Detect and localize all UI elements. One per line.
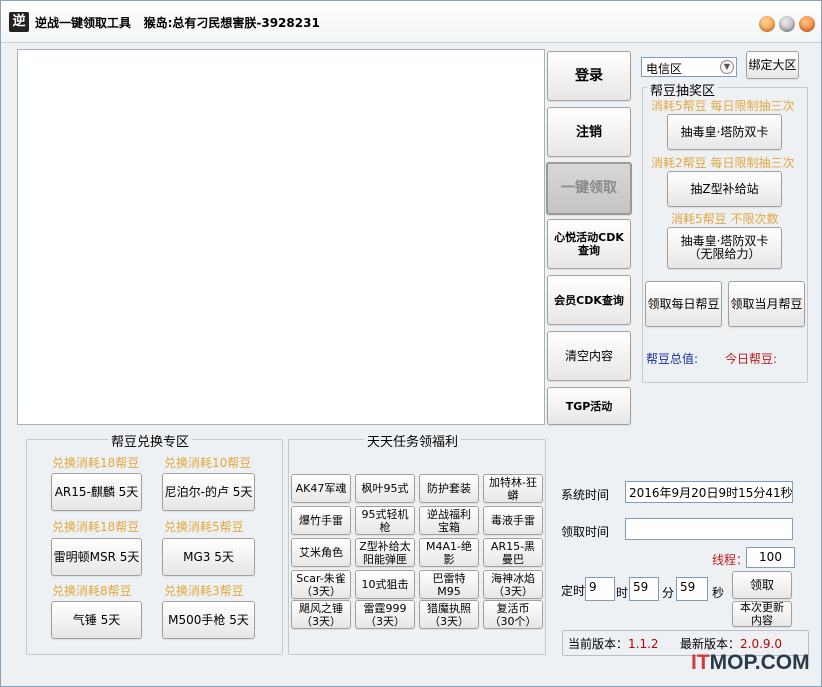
watermark-accent: IT: [691, 651, 710, 674]
timer-label: 定时: [561, 584, 586, 598]
bind-region-button[interactable]: 绑定大区: [746, 51, 799, 79]
member-cdk-query-button[interactable]: 会员CDK查询: [547, 275, 631, 325]
claim-daily-beans-button[interactable]: 领取每日帮豆: [645, 281, 722, 327]
timer-second-field[interactable]: 59: [676, 577, 708, 601]
region-select[interactable]: 电信区 ▼: [641, 57, 737, 77]
latest-version-value: 2.0.9.0: [740, 637, 782, 651]
task-button-r1-c1[interactable]: AK47军魂: [291, 474, 351, 503]
lottery-z-supply-button[interactable]: 抽Z型补给站: [667, 171, 782, 207]
window-title-sub: 猴岛:总有刁民想害朕-3928231: [143, 16, 320, 30]
thread-count-field[interactable]: 100: [746, 547, 795, 568]
watermark-rest: MOP.COM: [709, 651, 810, 674]
system-time-label: 系统时间: [561, 488, 610, 502]
exchange-remington-msr-button[interactable]: 雷明顿MSR 5天: [51, 538, 142, 576]
claim-time-label: 领取时间: [561, 525, 610, 539]
exchange-note-3: 兑换消耗18帮豆: [52, 520, 140, 534]
one-click-claim-button[interactable]: 一键领取: [546, 162, 632, 215]
output-text-area[interactable]: [17, 49, 545, 425]
current-version-label: 当前版本：: [568, 637, 629, 651]
task-button-r2-c4[interactable]: 毒液手雷: [483, 506, 543, 535]
thread-label: 线程：: [712, 553, 749, 567]
exchange-group-title: 帮豆兑换专区: [108, 431, 193, 450]
lottery-note-1: 消耗5帮豆 每日限制抽三次: [651, 99, 795, 113]
logout-button[interactable]: 注销: [547, 107, 631, 157]
minimize-icon[interactable]: [759, 16, 775, 32]
region-selected-value: 电信区: [646, 62, 683, 76]
exchange-note-1: 兑换消耗18帮豆: [52, 456, 140, 470]
app-window: 逆 逆战一键领取工具 猴岛:总有刁民想害朕-3928231 登录 注销 一键领取…: [0, 0, 822, 687]
exchange-note-6: 兑换消耗3帮豆: [164, 584, 244, 598]
lottery-note-3: 消耗5帮豆 不限次数: [671, 212, 779, 226]
task-button-r3-c3[interactable]: M4A1-绝影: [419, 538, 479, 567]
tasks-group-title: 天天任务领福利: [364, 431, 462, 450]
task-button-r3-c1[interactable]: 艾米角色: [291, 538, 351, 567]
task-button-r4-c1[interactable]: Scar-朱雀（3天）: [291, 570, 351, 599]
exchange-m500-pistol-button[interactable]: M500手枪 5天: [162, 601, 255, 639]
timer-hour-field[interactable]: 9: [585, 577, 615, 601]
task-button-r5-c2[interactable]: 雷霆999（3天）: [355, 600, 415, 629]
bean-total-label: 帮豆总值:: [646, 352, 699, 366]
task-button-r4-c4[interactable]: 海神冰焰（3天）: [483, 570, 543, 599]
claim-time-field[interactable]: [625, 518, 793, 540]
exchange-nepal-dilu-button[interactable]: 尼泊尔-的卢 5天: [162, 473, 255, 511]
app-logo-icon: 逆: [9, 12, 29, 32]
exchange-air-hammer-button[interactable]: 气锤 5天: [51, 601, 142, 639]
task-button-r2-c2[interactable]: 95式轻机枪: [355, 506, 415, 535]
task-button-r4-c2[interactable]: 10式狙击: [355, 570, 415, 599]
update-notes-button[interactable]: 本次更新内容: [732, 601, 792, 627]
chevron-down-icon[interactable]: ▼: [720, 60, 734, 74]
timer-minute-field[interactable]: 59: [629, 577, 659, 601]
timer-hour-unit: 时: [616, 586, 629, 600]
exchange-note-4: 兑换消耗5帮豆: [164, 520, 244, 534]
task-button-r5-c1[interactable]: 飓风之锤（3天）: [291, 600, 351, 629]
current-version-value: 1.1.2: [628, 637, 659, 651]
task-button-r3-c4[interactable]: AR15-黑曼巴: [483, 538, 543, 567]
close-icon[interactable]: [799, 16, 815, 32]
tgp-activity-button[interactable]: TGP活动: [547, 387, 631, 425]
system-time-field[interactable]: 2016年9月20日9时15分41秒: [625, 481, 793, 503]
exchange-note-2: 兑换消耗10帮豆: [164, 456, 252, 470]
title-bar[interactable]: 逆 逆战一键领取工具 猴岛:总有刁民想害朕-3928231: [1, 1, 821, 43]
exchange-mg3-button[interactable]: MG3 5天: [162, 538, 255, 576]
task-button-r2-c3[interactable]: 逆战福利宝箱: [419, 506, 479, 535]
maximize-icon[interactable]: [779, 16, 795, 32]
lottery-duhuang-button[interactable]: 抽毒皇·塔防双卡: [667, 114, 782, 150]
task-button-r5-c3[interactable]: 猎魔执照（3天）: [419, 600, 479, 629]
xinyue-cdk-query-button[interactable]: 心悦活动CDK查询: [547, 219, 631, 269]
task-button-r1-c3[interactable]: 防护套装: [419, 474, 479, 503]
latest-version-label: 最新版本：: [680, 637, 741, 651]
exchange-note-5: 兑换消耗8帮豆: [52, 584, 132, 598]
task-button-r4-c3[interactable]: 巴雷特M95: [419, 570, 479, 599]
task-button-r1-c2[interactable]: 枫叶95式: [355, 474, 415, 503]
itmop-watermark: ITMOP.COM: [691, 651, 810, 675]
timer-minute-unit: 分: [662, 586, 675, 600]
bean-today-label: 今日帮豆:: [725, 352, 778, 366]
task-button-r5-c4[interactable]: 复活币（30个）: [483, 600, 543, 629]
timer-claim-button[interactable]: 领取: [732, 571, 792, 599]
login-button[interactable]: 登录: [547, 51, 631, 101]
clear-content-button[interactable]: 清空内容: [547, 331, 631, 381]
lottery-unlimited-button[interactable]: 抽毒皇·塔防双卡（无限给力）: [667, 227, 782, 269]
task-button-r3-c2[interactable]: Z型补给太阳能弹匣: [355, 538, 415, 567]
exchange-ar15-qilin-button[interactable]: AR15-麒麟 5天: [51, 473, 142, 511]
timer-second-unit: 秒: [712, 586, 725, 600]
window-title: 逆战一键领取工具 猴岛:总有刁民想害朕-3928231: [35, 14, 320, 31]
window-title-main: 逆战一键领取工具: [35, 16, 132, 30]
task-button-r1-c4[interactable]: 加特林-狂蟒: [483, 474, 543, 503]
current-version: 当前版本：1.1.2: [568, 635, 659, 652]
latest-version: 最新版本：2.0.9.0: [680, 635, 782, 652]
task-button-r2-c1[interactable]: 爆竹手雷: [291, 506, 351, 535]
lottery-note-2: 消耗2帮豆 每日限制抽三次: [651, 156, 795, 170]
claim-monthly-beans-button[interactable]: 领取当月帮豆: [728, 281, 805, 327]
